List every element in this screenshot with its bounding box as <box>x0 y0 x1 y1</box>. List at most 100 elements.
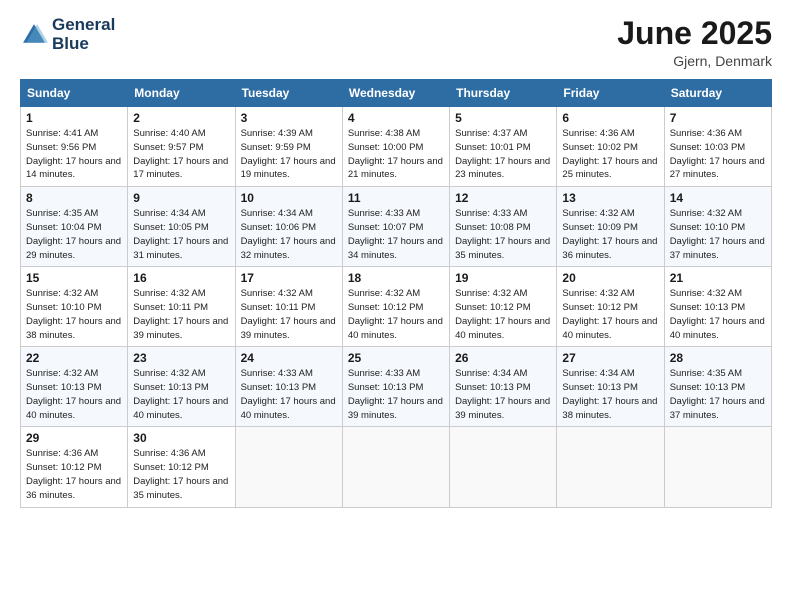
calendar-cell: 7 Sunrise: 4:36 AMSunset: 10:03 PMDayligh… <box>664 107 771 187</box>
calendar-cell <box>342 427 449 507</box>
calendar-cell: 13Sunrise: 4:32 AMSunset: 10:09 PMDaylig… <box>557 187 664 267</box>
day-number: 28 <box>670 351 766 365</box>
calendar-cell: 30 Sunrise: 4:36 AMSunset: 10:12 PMDaylig… <box>128 427 235 507</box>
calendar-cell: 24Sunrise: 4:33 AMSunset: 10:13 PMDaylig… <box>235 347 342 427</box>
day-number: 26 <box>455 351 551 365</box>
day-number: 5 <box>455 111 551 125</box>
weekday-header-friday: Friday <box>557 80 664 107</box>
day-number: 27 <box>562 351 658 365</box>
calendar-cell <box>235 427 342 507</box>
day-number: 3 <box>241 111 337 125</box>
calendar-cell: 25 Sunrise: 4:33 AMSunset: 10:13 PMDaylig… <box>342 347 449 427</box>
calendar-cell: 22 Sunrise: 4:32 AMSunset: 10:13 PMDaylig… <box>21 347 128 427</box>
calendar-cell: 16 Sunrise: 4:32 AMSunset: 10:11 PMDaylig… <box>128 267 235 347</box>
calendar-cell: 15Sunrise: 4:32 AMSunset: 10:10 PMDaylig… <box>21 267 128 347</box>
day-number: 12 <box>455 191 551 205</box>
logo: General Blue <box>20 16 115 53</box>
day-number: 17 <box>241 271 337 285</box>
day-number: 29 <box>26 431 122 445</box>
day-info: Sunrise: 4:32 AMSunset: 10:12 PMDaylight… <box>455 287 551 342</box>
month-title: June 2025 <box>617 16 772 51</box>
calendar-cell: 11Sunrise: 4:33 AMSunset: 10:07 PMDaylig… <box>342 187 449 267</box>
weekday-header-row: SundayMondayTuesdayWednesdayThursdayFrid… <box>21 80 772 107</box>
day-info: Sunrise: 4:32 AMSunset: 10:13 PMDaylight… <box>133 367 229 422</box>
day-number: 6 <box>562 111 658 125</box>
weekday-header-sunday: Sunday <box>21 80 128 107</box>
day-info: Sunrise: 4:34 AMSunset: 10:05 PMDaylight… <box>133 207 229 262</box>
day-info: Sunrise: 4:32 AMSunset: 10:10 PMDaylight… <box>670 207 766 262</box>
title-block: June 2025 Gjern, Denmark <box>617 16 772 69</box>
day-info: Sunrise: 4:33 AMSunset: 10:13 PMDaylight… <box>348 367 444 422</box>
day-number: 10 <box>241 191 337 205</box>
logo-icon <box>20 21 48 49</box>
calendar-table: SundayMondayTuesdayWednesdayThursdayFrid… <box>20 79 772 507</box>
day-info: Sunrise: 4:32 AMSunset: 10:10 PMDaylight… <box>26 287 122 342</box>
calendar-cell: 12Sunrise: 4:33 AMSunset: 10:08 PMDaylig… <box>450 187 557 267</box>
calendar-cell: 10 Sunrise: 4:34 AMSunset: 10:06 PMDaylig… <box>235 187 342 267</box>
calendar-cell: 1 Sunrise: 4:41 AMSunset: 9:56 PMDaylight… <box>21 107 128 187</box>
day-info: Sunrise: 4:41 AMSunset: 9:56 PMDaylight:… <box>26 127 122 182</box>
day-info: Sunrise: 4:33 AMSunset: 10:13 PMDaylight… <box>241 367 337 422</box>
location: Gjern, Denmark <box>617 53 772 69</box>
day-info: Sunrise: 4:32 AMSunset: 10:13 PMDaylight… <box>670 287 766 342</box>
calendar-cell: 17Sunrise: 4:32 AMSunset: 10:11 PMDaylig… <box>235 267 342 347</box>
weekday-header-saturday: Saturday <box>664 80 771 107</box>
calendar-week-2: 8 Sunrise: 4:35 AMSunset: 10:04 PMDayligh… <box>21 187 772 267</box>
weekday-header-wednesday: Wednesday <box>342 80 449 107</box>
weekday-header-monday: Monday <box>128 80 235 107</box>
day-number: 18 <box>348 271 444 285</box>
day-info: Sunrise: 4:38 AMSunset: 10:00 PMDaylight… <box>348 127 444 182</box>
logo-text: General Blue <box>52 16 115 53</box>
day-info: Sunrise: 4:32 AMSunset: 10:12 PMDaylight… <box>562 287 658 342</box>
calendar-cell: 3 Sunrise: 4:39 AMSunset: 9:59 PMDaylight… <box>235 107 342 187</box>
calendar-cell: 20Sunrise: 4:32 AMSunset: 10:12 PMDaylig… <box>557 267 664 347</box>
calendar-cell: 27 Sunrise: 4:34 AMSunset: 10:13 PMDaylig… <box>557 347 664 427</box>
day-info: Sunrise: 4:36 AMSunset: 10:12 PMDaylight… <box>133 447 229 502</box>
calendar-cell: 14 Sunrise: 4:32 AMSunset: 10:10 PMDaylig… <box>664 187 771 267</box>
weekday-header-thursday: Thursday <box>450 80 557 107</box>
day-info: Sunrise: 4:37 AMSunset: 10:01 PMDaylight… <box>455 127 551 182</box>
weekday-header-tuesday: Tuesday <box>235 80 342 107</box>
day-info: Sunrise: 4:40 AMSunset: 9:57 PMDaylight:… <box>133 127 229 182</box>
calendar-week-1: 1 Sunrise: 4:41 AMSunset: 9:56 PMDaylight… <box>21 107 772 187</box>
calendar-cell: 29 Sunrise: 4:36 AMSunset: 10:12 PMDaylig… <box>21 427 128 507</box>
calendar-week-4: 22 Sunrise: 4:32 AMSunset: 10:13 PMDaylig… <box>21 347 772 427</box>
calendar-cell <box>664 427 771 507</box>
day-info: Sunrise: 4:34 AMSunset: 10:13 PMDaylight… <box>455 367 551 422</box>
day-number: 22 <box>26 351 122 365</box>
day-number: 2 <box>133 111 229 125</box>
calendar-cell <box>450 427 557 507</box>
day-number: 25 <box>348 351 444 365</box>
calendar-week-3: 15Sunrise: 4:32 AMSunset: 10:10 PMDaylig… <box>21 267 772 347</box>
calendar-cell: 23Sunrise: 4:32 AMSunset: 10:13 PMDaylig… <box>128 347 235 427</box>
calendar-cell: 6Sunrise: 4:36 AMSunset: 10:02 PMDayligh… <box>557 107 664 187</box>
day-info: Sunrise: 4:34 AMSunset: 10:06 PMDaylight… <box>241 207 337 262</box>
day-number: 7 <box>670 111 766 125</box>
day-info: Sunrise: 4:32 AMSunset: 10:09 PMDaylight… <box>562 207 658 262</box>
page: General Blue June 2025 Gjern, Denmark Su… <box>0 0 792 612</box>
calendar-cell: 19 Sunrise: 4:32 AMSunset: 10:12 PMDaylig… <box>450 267 557 347</box>
calendar-cell: 18Sunrise: 4:32 AMSunset: 10:12 PMDaylig… <box>342 267 449 347</box>
day-info: Sunrise: 4:34 AMSunset: 10:13 PMDaylight… <box>562 367 658 422</box>
day-number: 30 <box>133 431 229 445</box>
calendar-cell: 21Sunrise: 4:32 AMSunset: 10:13 PMDaylig… <box>664 267 771 347</box>
day-number: 14 <box>670 191 766 205</box>
calendar-cell: 4 Sunrise: 4:38 AMSunset: 10:00 PMDayligh… <box>342 107 449 187</box>
calendar-cell: 9Sunrise: 4:34 AMSunset: 10:05 PMDayligh… <box>128 187 235 267</box>
day-info: Sunrise: 4:39 AMSunset: 9:59 PMDaylight:… <box>241 127 337 182</box>
day-number: 4 <box>348 111 444 125</box>
calendar-cell: 8 Sunrise: 4:35 AMSunset: 10:04 PMDayligh… <box>21 187 128 267</box>
day-info: Sunrise: 4:35 AMSunset: 10:04 PMDaylight… <box>26 207 122 262</box>
day-info: Sunrise: 4:36 AMSunset: 10:03 PMDaylight… <box>670 127 766 182</box>
day-number: 8 <box>26 191 122 205</box>
day-info: Sunrise: 4:36 AMSunset: 10:12 PMDaylight… <box>26 447 122 502</box>
day-number: 19 <box>455 271 551 285</box>
day-number: 1 <box>26 111 122 125</box>
day-number: 16 <box>133 271 229 285</box>
calendar-cell: 26 Sunrise: 4:34 AMSunset: 10:13 PMDaylig… <box>450 347 557 427</box>
header: General Blue June 2025 Gjern, Denmark <box>20 16 772 69</box>
calendar-cell: 5 Sunrise: 4:37 AMSunset: 10:01 PMDayligh… <box>450 107 557 187</box>
day-info: Sunrise: 4:32 AMSunset: 10:11 PMDaylight… <box>133 287 229 342</box>
calendar-cell <box>557 427 664 507</box>
day-info: Sunrise: 4:32 AMSunset: 10:13 PMDaylight… <box>26 367 122 422</box>
